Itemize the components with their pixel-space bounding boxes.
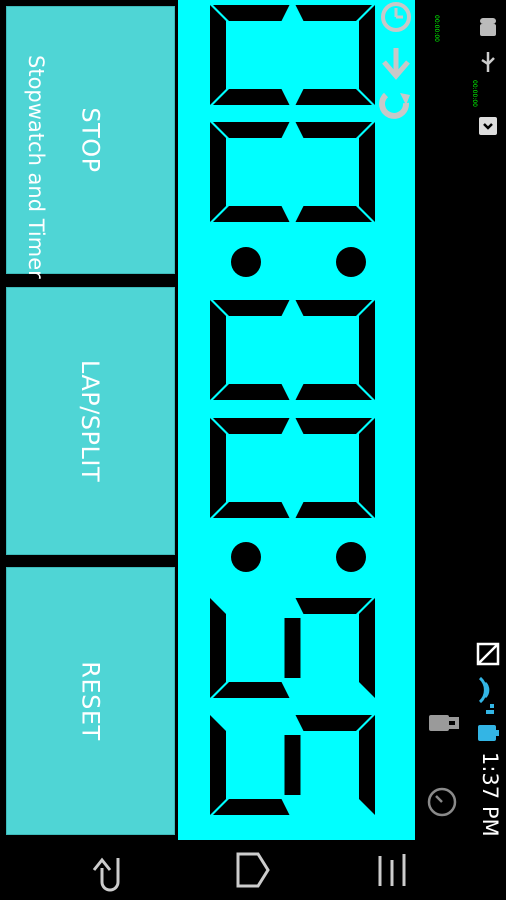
segment-a <box>359 598 375 698</box>
sort-arrow-icon[interactable] <box>382 48 410 80</box>
colon-dot <box>231 542 261 572</box>
segment-f <box>295 5 372 21</box>
download-icon <box>479 117 497 135</box>
segment-c <box>213 682 290 698</box>
refresh-icon[interactable] <box>379 92 410 119</box>
segment-a <box>359 715 375 815</box>
seven-segment-readout <box>210 5 375 815</box>
segment-g <box>284 618 301 678</box>
segment-f <box>295 122 372 138</box>
navigation-bar <box>0 840 506 900</box>
colon-dot <box>336 542 366 572</box>
lock-icon[interactable] <box>425 705 461 741</box>
segment-d <box>210 418 226 518</box>
recent-apps-icon[interactable] <box>372 850 414 890</box>
timer-mode-icon[interactable] <box>381 2 411 32</box>
segment-c <box>213 206 290 222</box>
segment-c <box>213 799 290 815</box>
segment-d <box>210 598 226 698</box>
lap-split-button-label: LAP/SPLIT <box>76 359 105 483</box>
segment-g <box>284 735 301 795</box>
segment-a <box>359 300 375 400</box>
segment-d <box>210 122 226 222</box>
segment-c <box>213 89 290 105</box>
segment-e <box>213 5 290 21</box>
segment-a <box>359 122 375 222</box>
segment-e <box>213 418 290 434</box>
battery-icon <box>478 725 499 741</box>
segment-f <box>295 418 372 434</box>
segment-b <box>295 502 372 518</box>
colon-dot <box>336 247 366 277</box>
segment-a <box>359 5 375 105</box>
digit-5 <box>210 598 375 698</box>
digit-1 <box>210 5 375 105</box>
toolbar-icons <box>379 2 411 119</box>
segment-a <box>359 418 375 518</box>
segment-b <box>295 206 372 222</box>
usb-icon <box>481 52 495 72</box>
digit-2 <box>210 122 375 222</box>
segment-f <box>295 300 372 316</box>
back-icon[interactable] <box>90 852 132 892</box>
status-time: 1:37 PM <box>478 752 502 837</box>
segment-d <box>210 5 226 105</box>
segment-e <box>213 300 290 316</box>
segment-f <box>295 715 372 731</box>
status-bar: 1:37 PM <box>470 0 506 840</box>
mini-time-1: 00:00:00 <box>433 15 440 42</box>
segment-e <box>213 122 290 138</box>
reset-button[interactable]: RESET <box>6 567 175 835</box>
home-icon[interactable] <box>232 848 274 892</box>
lap-split-button[interactable]: LAP/SPLIT <box>6 287 175 555</box>
stopwatch-display <box>178 0 415 840</box>
segment-b <box>295 384 372 400</box>
screen-rotate-icon <box>476 642 500 666</box>
digit-3 <box>210 300 375 400</box>
android-icon <box>480 18 496 36</box>
mini-time-2: 00:00:00 <box>471 80 478 107</box>
wifi-signal-icon <box>478 676 494 714</box>
digit-6 <box>210 715 375 815</box>
segment-f <box>295 598 372 614</box>
colon-dot <box>231 247 261 277</box>
stop-button-label: STOP <box>76 107 105 173</box>
segment-b <box>295 89 372 105</box>
segment-d <box>210 715 226 815</box>
segment-c <box>213 384 290 400</box>
segment-d <box>210 300 226 400</box>
digit-4 <box>210 418 375 518</box>
segment-c <box>213 502 290 518</box>
clock-icon[interactable] <box>425 785 459 819</box>
reset-button-label: RESET <box>76 661 105 741</box>
app-title: Stopwatch and Timer <box>24 55 48 279</box>
